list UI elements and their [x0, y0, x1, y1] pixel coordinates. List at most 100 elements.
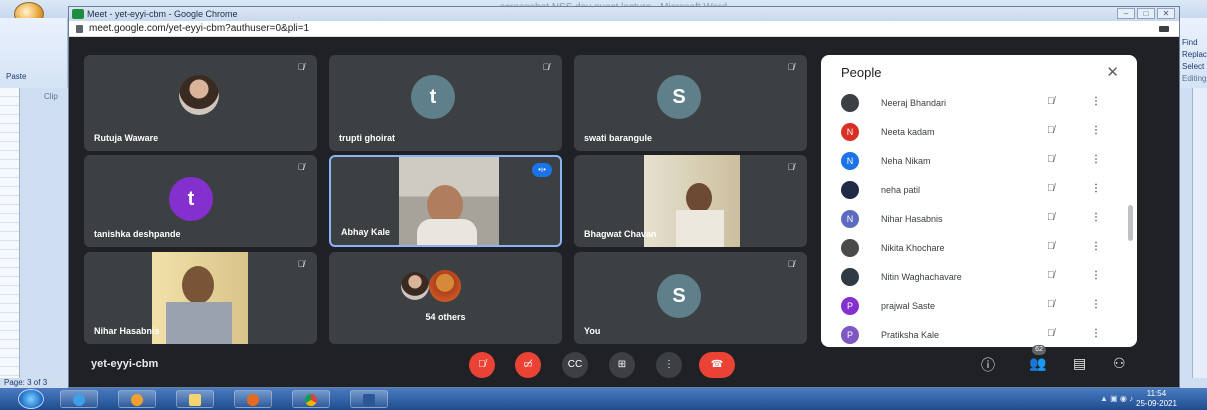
taskbar-firefox[interactable] — [234, 390, 272, 408]
participant-video — [399, 157, 499, 245]
chrome-window: Meet - yet-eyyi-cbm - Google Chrome – □ … — [68, 6, 1180, 388]
media-player-icon — [131, 394, 143, 406]
list-item[interactable]: Nitin Waghachavare 🎙̸ ⋮ — [821, 263, 1137, 292]
people-icon[interactable]: 👥 — [1029, 355, 1046, 372]
people-scrollbar[interactable] — [1128, 205, 1133, 241]
more-options-button[interactable]: ⋮ — [656, 352, 682, 378]
muted-mic-icon: 🎙̸ — [297, 62, 305, 72]
address-bar[interactable]: meet.google.com/yet-eyyi-cbm?authuser=0&… — [69, 21, 1179, 37]
more-options-icon[interactable]: ⋮ — [1091, 183, 1101, 194]
mic-toggle-button[interactable]: 🎙̸ — [469, 352, 495, 378]
maximize-button[interactable]: □ — [1137, 8, 1155, 19]
participant-tile[interactable]: t 🎙̸ trupti ghoirat — [329, 55, 562, 151]
lock-icon — [76, 25, 83, 33]
list-item[interactable]: P prajwal Saste 🎙̸ ⋮ — [821, 292, 1137, 321]
extension-icon[interactable] — [1159, 26, 1169, 32]
leave-call-button[interactable]: ☎ — [699, 352, 735, 378]
present-screen-button[interactable]: ⊞ — [609, 352, 635, 378]
participant-name: Bhagwat Chavan — [584, 229, 657, 239]
muted-mic-icon: 🎙̸ — [542, 62, 550, 72]
more-options-icon[interactable]: ⋮ — [1091, 96, 1101, 107]
minimize-button[interactable]: – — [1117, 8, 1135, 19]
others-tile[interactable]: 54 others — [329, 252, 562, 344]
muted-mic-icon[interactable]: 🎙̸ — [1047, 125, 1055, 136]
chat-icon[interactable]: ▤ — [1073, 355, 1086, 372]
participant-name: Nitin Waghachavare — [881, 272, 962, 282]
muted-mic-icon[interactable]: 🎙̸ — [1047, 183, 1055, 194]
participant-name: Neeraj Bhandari — [881, 98, 947, 108]
captions-button[interactable]: CC — [562, 352, 588, 378]
avatar: t — [169, 177, 213, 221]
participant-name: Neeta kadam — [881, 127, 935, 137]
avatar: N — [841, 152, 859, 170]
muted-mic-icon[interactable]: 🎙̸ — [1047, 241, 1055, 252]
system-tray-icons[interactable]: ▲ ▣ ◉ ♪ — [1100, 394, 1133, 403]
more-options-icon[interactable]: ⋮ — [1091, 154, 1101, 165]
muted-mic-icon: 🎙̸ — [787, 259, 795, 269]
muted-mic-icon[interactable]: 🎙̸ — [1047, 299, 1055, 310]
participant-tile-active[interactable]: •ı• Abhay Kale — [329, 155, 562, 247]
list-item[interactable]: N Neha Nikam 🎙̸ ⋮ — [821, 147, 1137, 176]
self-tile[interactable]: S 🎙̸ You — [574, 252, 807, 344]
more-options-icon[interactable]: ⋮ — [1091, 212, 1101, 223]
clock[interactable]: 11:54 25-09-2021 — [1136, 389, 1177, 409]
word-icon — [363, 394, 375, 406]
participant-name: Nikita Khochare — [881, 243, 945, 253]
muted-mic-icon[interactable]: 🎙̸ — [1047, 270, 1055, 281]
participant-tile[interactable]: 🎙̸ Rutuja Waware — [84, 55, 317, 151]
participant-tile[interactable]: 🎙̸ Nihar Hasabnis — [84, 252, 317, 344]
participant-tile[interactable]: S 🎙̸ swati barangule — [574, 55, 807, 151]
close-icon[interactable]: ✕ — [1106, 63, 1119, 81]
participant-video — [152, 252, 248, 344]
chrome-title-bar: Meet - yet-eyyi-cbm - Google Chrome – □ … — [69, 7, 1179, 21]
clock-time: 11:54 — [1146, 389, 1167, 398]
avatar — [841, 181, 859, 199]
participant-name: You — [584, 326, 601, 336]
more-options-icon[interactable]: ⋮ — [1091, 299, 1101, 310]
muted-mic-icon[interactable]: 🎙̸ — [1047, 212, 1055, 223]
paste-button[interactable]: Paste — [6, 72, 26, 81]
taskbar-ie[interactable] — [60, 390, 98, 408]
more-options-icon[interactable]: ⋮ — [1091, 125, 1101, 136]
vertical-ruler — [0, 88, 20, 378]
camera-toggle-button[interactable]: ▭̸ — [515, 352, 541, 378]
avatar — [841, 239, 859, 257]
taskbar-explorer[interactable] — [176, 390, 214, 408]
participant-name: trupti ghoirat — [339, 133, 395, 143]
list-item[interactable]: Nikita Khochare 🎙̸ ⋮ — [821, 234, 1137, 263]
avatar: N — [841, 123, 859, 141]
list-item[interactable]: Neeraj Bhandari 🎙̸ ⋮ — [821, 89, 1137, 118]
participant-tile[interactable]: 🎙̸ Bhagwat Chavan — [574, 155, 807, 247]
find-button[interactable]: Find — [1182, 38, 1198, 47]
taskbar-word[interactable] — [350, 390, 388, 408]
people-panel: People ✕ Neeraj Bhandari 🎙̸ ⋮ N Neeta ka… — [821, 55, 1137, 347]
meeting-details-icon[interactable]: ⓘ — [981, 355, 995, 375]
url-text[interactable]: meet.google.com/yet-eyyi-cbm?authuser=0&… — [89, 23, 309, 34]
replace-button[interactable]: Replace — [1182, 50, 1207, 59]
clipboard-group-label: Clip — [44, 92, 58, 101]
activities-icon[interactable]: ⚇ — [1113, 355, 1126, 372]
word-scrollbar[interactable] — [1192, 88, 1207, 378]
more-options-icon[interactable]: ⋮ — [1091, 270, 1101, 281]
muted-mic-icon[interactable]: 🎙̸ — [1047, 154, 1055, 165]
select-button[interactable]: Select — [1182, 62, 1204, 71]
more-options-icon[interactable]: ⋮ — [1091, 241, 1101, 252]
list-item[interactable]: neha patil 🎙̸ ⋮ — [821, 176, 1137, 205]
list-item[interactable]: N Nihar Hasabnis 🎙̸ ⋮ — [821, 205, 1137, 234]
avatar: S — [657, 274, 701, 318]
list-item[interactable]: N Neeta kadam 🎙̸ ⋮ — [821, 118, 1137, 147]
window-controls: – □ ✕ — [1117, 8, 1175, 19]
avatar — [841, 268, 859, 286]
participant-name: Rutuja Waware — [94, 133, 159, 143]
participant-tile[interactable]: t 🎙̸ tanishka deshpande — [84, 155, 317, 247]
speaking-indicator-icon: •ı• — [532, 163, 552, 177]
avatar: t — [411, 75, 455, 119]
taskbar-chrome[interactable] — [292, 390, 330, 408]
avatar — [401, 272, 429, 300]
avatar: S — [657, 75, 701, 119]
close-button[interactable]: ✕ — [1157, 8, 1175, 19]
taskbar-media[interactable] — [118, 390, 156, 408]
muted-mic-icon[interactable]: 🎙̸ — [1047, 96, 1055, 107]
participant-name: tanishka deshpande — [94, 229, 181, 239]
start-button[interactable] — [18, 389, 44, 409]
